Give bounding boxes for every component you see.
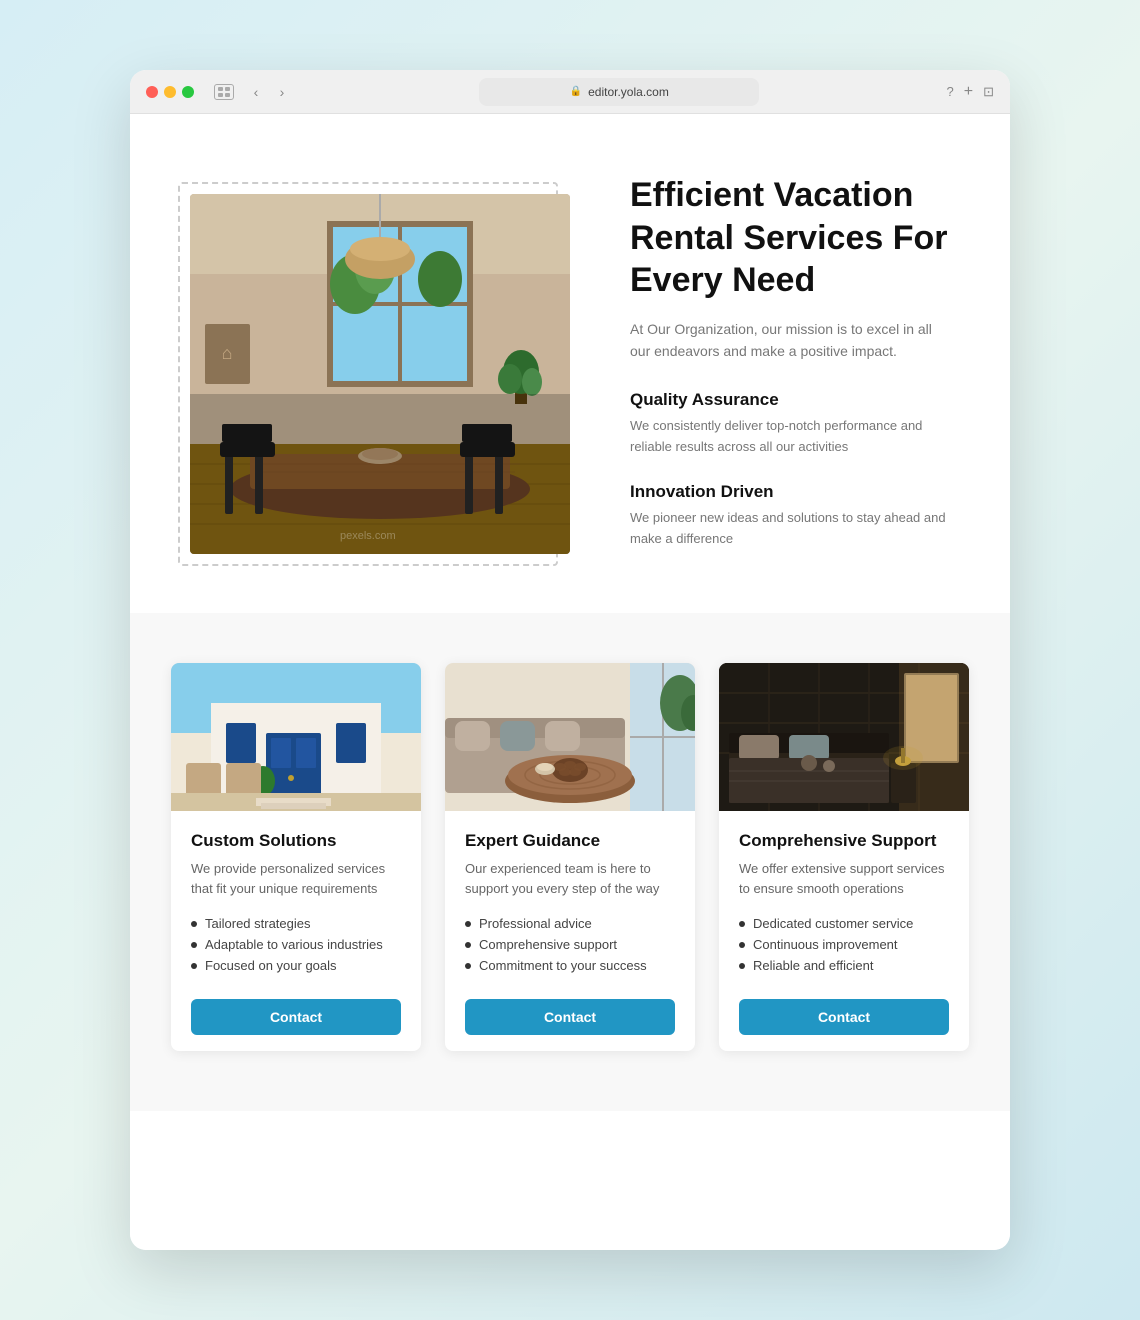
card-comprehensive-list: Dedicated customer service Continuous im… [739,916,949,979]
feature-quality-desc: We consistently deliver top-notch perfor… [630,416,950,458]
hero-text: Efficient Vacation Rental Services For E… [630,174,950,573]
extensions-icon: ⊡ [983,84,994,100]
bullet-icon [739,942,745,948]
svg-text:⌂: ⌂ [222,343,233,363]
minimize-button[interactable] [164,86,176,98]
feature-innovation: Innovation Driven We pioneer new ideas a… [630,482,950,550]
bullet-icon [465,963,471,969]
card-custom-title: Custom Solutions [191,831,401,851]
contact-button-custom[interactable]: Contact [191,999,401,1035]
forward-button[interactable]: › [272,82,292,102]
list-item: Comprehensive support [465,937,675,952]
bullet-icon [465,942,471,948]
feature-quality: Quality Assurance We consistently delive… [630,390,950,458]
nav-buttons: ‹ › [246,82,292,102]
bullet-icon [465,921,471,927]
bullet-icon [739,921,745,927]
hero-title: Efficient Vacation Rental Services For E… [630,174,950,302]
url-text: editor.yola.com [588,85,669,99]
card-custom-list: Tailored strategies Adaptable to various… [191,916,401,979]
card-expert: Expert Guidance Our experienced team is … [445,663,695,1051]
card-comprehensive-body: Comprehensive Support We offer extensive… [719,811,969,1051]
card-comprehensive-desc: We offer extensive support services to e… [739,859,949,898]
hero-image-container: ⌂ pexels.com [190,194,570,554]
hero-dining-image: ⌂ pexels.com [190,194,570,554]
browser-window: ‹ › 🔒 editor.yola.com ? + ⊡ [130,70,1010,1250]
list-item: Tailored strategies [191,916,401,931]
bullet-icon [191,963,197,969]
list-item: Adaptable to various industries [191,937,401,952]
feature-quality-title: Quality Assurance [630,390,950,410]
contact-button-expert[interactable]: Contact [465,999,675,1035]
list-item: Reliable and efficient [739,958,949,973]
maximize-button[interactable] [182,86,194,98]
address-bar[interactable]: 🔒 editor.yola.com [479,78,759,106]
card-custom-body: Custom Solutions We provide personalized… [171,811,421,1051]
contact-button-comprehensive[interactable]: Contact [739,999,949,1035]
card-expert-image-container [445,663,695,811]
list-item: Dedicated customer service [739,916,949,931]
cards-section: Custom Solutions We provide personalized… [130,613,1010,1111]
feature-innovation-desc: We pioneer new ideas and solutions to st… [630,508,950,550]
card-comprehensive: Comprehensive Support We offer extensive… [719,663,969,1051]
bullet-icon [191,942,197,948]
browser-content: ⌂ pexels.com Efficient Vacation Rental S… [130,114,1010,1250]
list-item: Commitment to your success [465,958,675,973]
hero-section: ⌂ pexels.com Efficient Vacation Rental S… [130,114,1010,613]
toolbar-right: ? + ⊡ [947,83,994,101]
card-custom-desc: We provide personalized services that fi… [191,859,401,898]
card-comprehensive-title: Comprehensive Support [739,831,949,851]
feature-innovation-title: Innovation Driven [630,482,950,502]
card-expert-body: Expert Guidance Our experienced team is … [445,811,695,1051]
card-expert-list: Professional advice Comprehensive suppor… [465,916,675,979]
svg-text:pexels.com: pexels.com [340,530,396,542]
browser-toolbar: ‹ › 🔒 editor.yola.com ? + ⊡ [130,70,1010,114]
traffic-lights [146,86,194,98]
add-tab-button[interactable]: + [964,83,973,101]
list-item: Continuous improvement [739,937,949,952]
card-expert-desc: Our experienced team is here to support … [465,859,675,898]
cards-grid: Custom Solutions We provide personalized… [170,663,970,1051]
list-item: Focused on your goals [191,958,401,973]
list-item: Professional advice [465,916,675,931]
card-comprehensive-image-container [719,663,969,811]
bullet-icon [191,921,197,927]
help-icon: ? [947,84,954,99]
card-custom: Custom Solutions We provide personalized… [171,663,421,1051]
tab-grid-icon [214,84,234,100]
card-expert-title: Expert Guidance [465,831,675,851]
bullet-icon [739,963,745,969]
card-custom-image-container [171,663,421,811]
close-button[interactable] [146,86,158,98]
address-bar-container: 🔒 editor.yola.com [304,78,935,106]
hero-description: At Our Organization, our mission is to e… [630,318,950,363]
lock-icon: 🔒 [570,86,582,97]
back-button[interactable]: ‹ [246,82,266,102]
